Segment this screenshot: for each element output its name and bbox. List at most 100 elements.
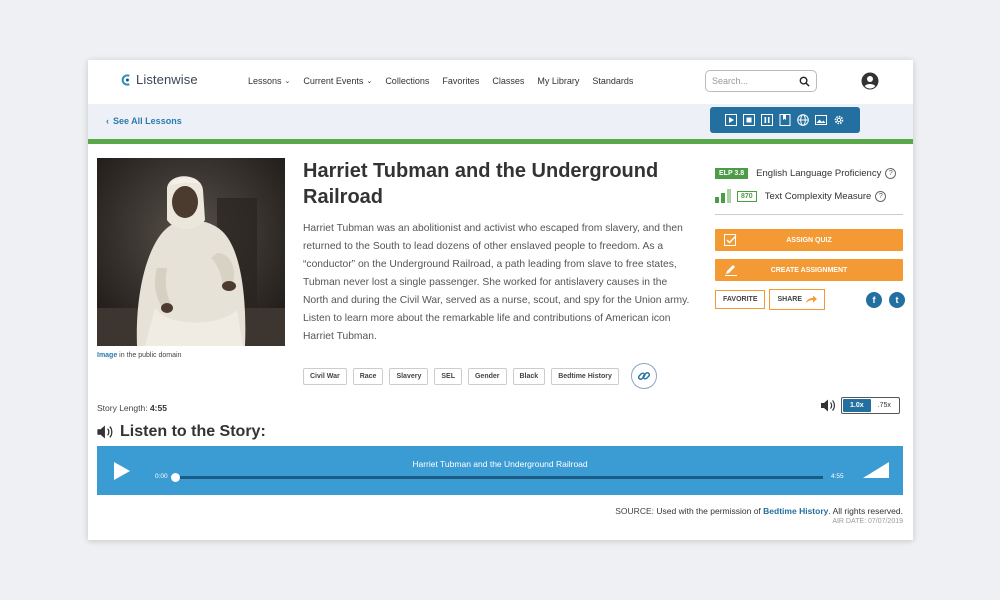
copy-link-button[interactable] bbox=[630, 363, 657, 389]
divider-bar bbox=[88, 139, 913, 144]
elp-help-icon[interactable]: ? bbox=[885, 167, 897, 179]
playback-speed-control: 1.0x .75x bbox=[821, 397, 900, 414]
menu-standards[interactable]: Standards bbox=[592, 76, 633, 86]
gear-icon[interactable] bbox=[832, 113, 846, 127]
globe-icon[interactable] bbox=[796, 113, 810, 127]
share-button[interactable]: SHARE bbox=[769, 289, 825, 310]
link-icon bbox=[637, 372, 650, 380]
bar-chart-icon bbox=[715, 189, 731, 203]
player-duration: 4:55 bbox=[831, 473, 844, 480]
elp-badge: ELP 3.8 bbox=[715, 167, 749, 179]
tag-list: Civil War Race Slavery SEL Gender Black … bbox=[303, 363, 657, 389]
tag-race[interactable]: Race bbox=[352, 367, 384, 385]
assign-quiz-button[interactable]: ASSIGN QUIZ bbox=[715, 229, 903, 251]
search-input[interactable] bbox=[712, 76, 792, 86]
share-arrow-icon bbox=[806, 295, 817, 303]
menu-classes[interactable]: Classes bbox=[492, 76, 524, 86]
listenwise-logo-icon bbox=[121, 73, 130, 86]
speaker-icon bbox=[97, 425, 113, 439]
tag-slavery[interactable]: Slavery bbox=[389, 367, 429, 385]
lesson-description: Harriet Tubman was an abolitionist and a… bbox=[303, 223, 690, 342]
search-box bbox=[705, 70, 817, 92]
picture-icon[interactable] bbox=[814, 113, 828, 127]
player-progress-track[interactable] bbox=[175, 476, 823, 479]
play-icon[interactable] bbox=[724, 113, 738, 127]
sub-toolbar: ‹ See All Lessons bbox=[88, 104, 913, 139]
menu-favorites[interactable]: Favorites bbox=[442, 76, 479, 86]
menu-collections[interactable]: Collections bbox=[385, 76, 429, 86]
stop-icon[interactable] bbox=[742, 113, 756, 127]
checklist-icon bbox=[724, 234, 737, 246]
create-assignment-label: CREATE ASSIGNMENT bbox=[770, 266, 848, 274]
menu-lessons[interactable]: Lessons ⌄ bbox=[248, 76, 290, 86]
top-nav: Listenwise Lessons ⌄ Current Events ⌄ Coll… bbox=[88, 60, 913, 104]
menu-my-library[interactable]: My Library bbox=[537, 76, 579, 86]
listen-heading: Listen to the Story: bbox=[97, 423, 266, 441]
speed-toggle: 1.0x .75x bbox=[841, 397, 900, 414]
chevron-down-icon: ⌄ bbox=[284, 78, 291, 85]
page-card: Listenwise Lessons ⌄ Current Events ⌄ Coll… bbox=[88, 60, 913, 540]
assign-quiz-label: ASSIGN QUIZ bbox=[786, 236, 832, 244]
logo-text: Listenwise bbox=[136, 72, 198, 87]
elp-metric: ELP 3.8 English Language Proficiency ? bbox=[715, 163, 905, 183]
chevron-down-icon: ⌄ bbox=[366, 78, 373, 85]
main-menu: Lessons ⌄ Current Events ⌄ Collections Fav… bbox=[248, 76, 646, 86]
tag-civil-war[interactable]: Civil War bbox=[303, 367, 347, 385]
chevron-left-icon: ‹ bbox=[106, 116, 109, 126]
tcm-label: Text Complexity Measure bbox=[764, 190, 872, 202]
lesson-sidebar: ELP 3.8 English Language Proficiency ? 8… bbox=[715, 163, 905, 310]
menu-current-events-label: Current Events bbox=[303, 76, 364, 86]
search-icon[interactable] bbox=[799, 76, 810, 87]
user-avatar-icon[interactable] bbox=[861, 72, 879, 90]
see-all-lessons-link[interactable]: ‹ See All Lessons bbox=[106, 116, 182, 126]
sidebar-divider bbox=[715, 214, 903, 215]
source-link[interactable]: Bedtime History bbox=[763, 506, 828, 516]
favorite-label: FAVORITE bbox=[723, 296, 758, 303]
see-all-lessons-label: See All Lessons bbox=[113, 116, 182, 126]
bookmark-icon[interactable] bbox=[778, 113, 792, 127]
favorite-button[interactable]: FAVORITE bbox=[715, 290, 766, 309]
lesson-title: Harriet Tubman and the Underground Railr… bbox=[303, 160, 659, 208]
source-rights: . All rights reserved. bbox=[828, 506, 903, 516]
logo[interactable]: Listenwise bbox=[121, 72, 198, 87]
tcm-help-icon[interactable]: ? bbox=[875, 190, 887, 202]
share-label: SHARE bbox=[777, 296, 802, 303]
menu-lessons-label: Lessons bbox=[248, 76, 282, 86]
elp-label: English Language Proficiency bbox=[756, 167, 882, 179]
player-progress-handle[interactable] bbox=[171, 473, 180, 482]
tcm-badge: 870 bbox=[737, 190, 757, 202]
audio-player: Harriet Tubman and the Underground Railr… bbox=[97, 446, 903, 495]
tag-black[interactable]: Black bbox=[512, 367, 546, 385]
speed-option-1x[interactable]: 1.0x bbox=[843, 399, 871, 412]
air-date: AIR DATE: 07/07/2019 bbox=[832, 518, 903, 525]
volume-icon[interactable] bbox=[821, 399, 837, 412]
harriet-tubman-portrait bbox=[97, 158, 285, 346]
facebook-icon[interactable]: f bbox=[866, 291, 882, 308]
source-label: SOURCE: bbox=[615, 506, 654, 516]
player-current-time: 0:00 bbox=[155, 473, 168, 480]
pencil-icon bbox=[725, 265, 737, 276]
lesson-image bbox=[97, 158, 285, 346]
tag-gender[interactable]: Gender bbox=[467, 367, 507, 385]
source-text: Used with the permission of bbox=[656, 506, 761, 516]
story-length-value: 4:55 bbox=[149, 403, 167, 413]
player-title: Harriet Tubman and the Underground Railr… bbox=[412, 459, 588, 469]
twitter-icon[interactable]: t bbox=[889, 291, 905, 308]
pause-icon[interactable] bbox=[760, 113, 774, 127]
listen-heading-text: Listen to the Story: bbox=[120, 423, 266, 440]
image-credit-text: in the public domain bbox=[117, 352, 182, 359]
source-credit: SOURCE: Used with the permission of Bedt… bbox=[615, 506, 903, 516]
image-credit-link[interactable]: Image bbox=[97, 352, 117, 359]
tcm-metric: 870 Text Complexity Measure ? bbox=[715, 186, 905, 206]
menu-current-events[interactable]: Current Events ⌄ bbox=[303, 76, 372, 86]
secondary-actions: FAVORITE SHARE f t bbox=[715, 289, 905, 310]
create-assignment-button[interactable]: CREATE ASSIGNMENT bbox=[715, 259, 903, 281]
story-length-label: Story Length: bbox=[97, 403, 148, 413]
reader-toolbar bbox=[710, 107, 860, 133]
story-length: Story Length: 4:55 bbox=[97, 403, 167, 413]
volume-slider-icon[interactable] bbox=[863, 462, 889, 478]
tag-bedtime-history[interactable]: Bedtime History bbox=[551, 367, 619, 385]
speed-option-075x[interactable]: .75x bbox=[871, 399, 898, 412]
tag-sel[interactable]: SEL bbox=[434, 367, 462, 385]
player-play-button[interactable] bbox=[97, 446, 147, 495]
